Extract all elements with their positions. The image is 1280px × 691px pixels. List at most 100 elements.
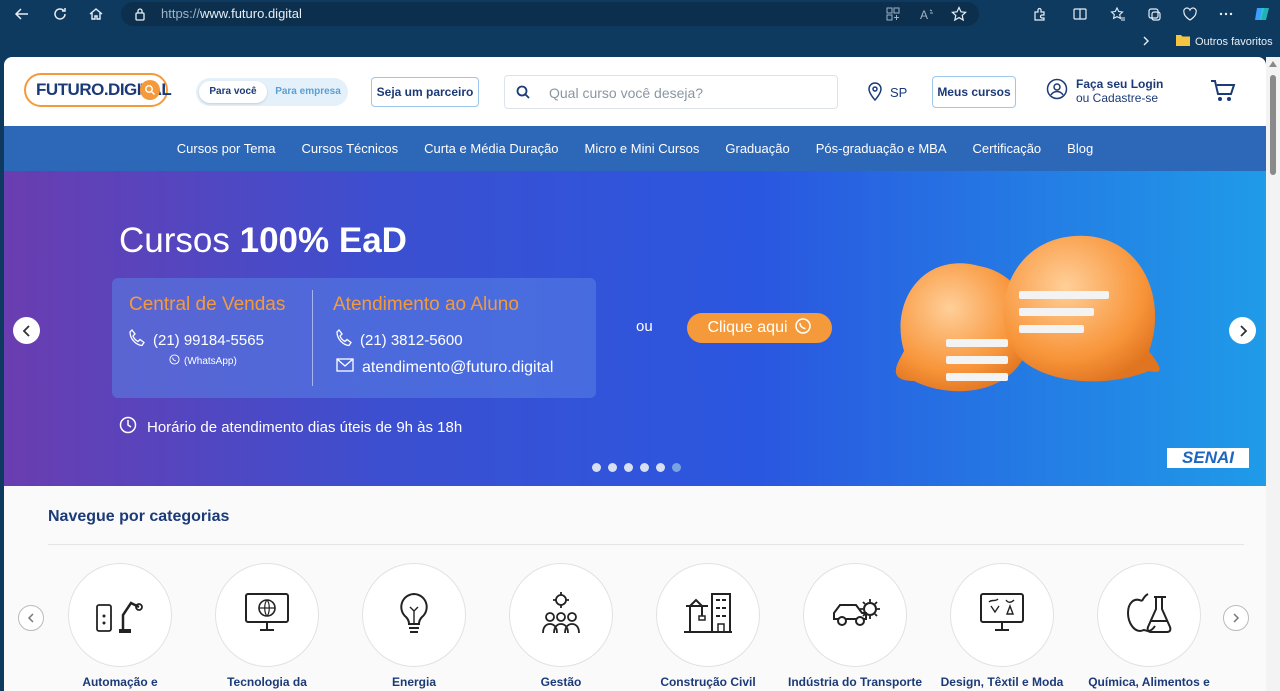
partner-button[interactable]: Seja um parceiro	[371, 77, 479, 107]
mail-icon	[336, 358, 354, 377]
clock-icon	[119, 416, 137, 438]
login-line1: Faça seu Login	[1076, 77, 1164, 91]
web-page: FUTURO.DIGITAL Para você Para empresa Se…	[4, 57, 1266, 691]
extensions-icon[interactable]	[1030, 4, 1050, 24]
whatsapp-icon	[169, 354, 180, 368]
menu-item-blog[interactable]: Blog	[1054, 141, 1106, 156]
slide-dot[interactable]	[592, 463, 601, 472]
other-favorites-label: Outros favoritos	[1195, 35, 1273, 48]
menu-item-cursos-tecnicos[interactable]: Cursos Técnicos	[289, 141, 412, 156]
hero-title: Cursos 100% EaD	[119, 221, 407, 260]
copilot-icon[interactable]	[1252, 4, 1272, 24]
support-phone[interactable]: (21) 3812-5600	[336, 329, 463, 351]
favorites-bar: Outros favoritos	[0, 28, 1280, 56]
site-logo[interactable]: FUTURO.DIGITAL	[24, 73, 172, 107]
collections-icon[interactable]	[1144, 4, 1164, 24]
sales-phone[interactable]: (21) 99184-5565	[129, 329, 264, 351]
split-screen-icon[interactable]	[1070, 4, 1090, 24]
business-hours: Horário de atendimento dias úteis de 9h …	[119, 416, 462, 438]
category-label: Energia	[391, 675, 436, 689]
favorites-icon[interactable]	[1108, 4, 1128, 24]
category-item[interactable]: Química, Alimentos e	[1088, 563, 1210, 689]
category-item[interactable]: Automação e	[68, 563, 172, 689]
read-aloud-icon[interactable]: A	[919, 6, 935, 22]
browser-essentials-icon[interactable]	[1180, 4, 1200, 24]
hero-prev-button[interactable]	[13, 317, 40, 344]
app-grid-icon[interactable]	[885, 6, 901, 22]
hero-next-button[interactable]	[1229, 317, 1256, 344]
category-item[interactable]: Design, Têxtil e Moda	[941, 563, 1063, 689]
menu-item-micro-mini-cursos[interactable]: Micro e Mini Cursos	[572, 141, 713, 156]
category-label: Indústria do Transporte	[787, 675, 922, 689]
svg-text:A: A	[920, 8, 928, 22]
toggle-para-voce[interactable]: Para você	[199, 81, 267, 103]
menu-item-graduacao[interactable]: Graduação	[712, 141, 802, 156]
chevron-right-icon[interactable]	[1140, 33, 1152, 54]
car-gear-icon	[830, 593, 880, 638]
robot-arm-icon	[95, 591, 145, 640]
course-search[interactable]: Qual curso você deseja?	[504, 75, 838, 109]
audience-toggle[interactable]: Para você Para empresa	[196, 78, 348, 106]
categories-next-button[interactable]	[1223, 605, 1249, 631]
more-options-icon[interactable]	[1216, 4, 1236, 24]
category-item[interactable]: Indústria do Transporte	[788, 563, 922, 689]
user-icon	[1046, 78, 1068, 105]
search-icon[interactable]	[515, 84, 531, 105]
slide-dot[interactable]	[608, 463, 617, 472]
category-label: Automação e	[82, 675, 158, 689]
back-icon[interactable]	[12, 4, 32, 24]
category-item[interactable]: Energia	[362, 563, 466, 689]
slide-dot[interactable]	[640, 463, 649, 472]
slide-dot[interactable]	[656, 463, 665, 472]
support-email[interactable]: atendimento@futuro.digital	[336, 358, 553, 377]
address-bar[interactable]: https://www.futuro.digital A	[121, 2, 979, 26]
menu-item-curta-media-duracao[interactable]: Curta e Média Duração	[411, 141, 571, 156]
login-link[interactable]: Faça seu Login ou Cadastre-se	[1046, 77, 1163, 105]
whatsapp-cta-button[interactable]: Clique aqui	[687, 313, 832, 343]
location-label: SP	[890, 85, 908, 100]
menu-item-cursos-por-tema[interactable]: Cursos por Tema	[164, 141, 289, 156]
category-item[interactable]: Gestão	[509, 563, 613, 689]
or-label: ou	[636, 318, 653, 335]
menu-item-certificacao[interactable]: Certificação	[960, 141, 1055, 156]
url-text: https://www.futuro.digital	[161, 6, 302, 21]
category-label: Tecnologia da	[227, 675, 307, 689]
my-courses-button[interactable]: Meus cursos	[932, 76, 1016, 108]
apple-flask-icon	[1126, 591, 1172, 640]
category-label: Design, Têxtil e Moda	[940, 675, 1064, 689]
monitor-globe-icon	[244, 592, 290, 639]
location-selector[interactable]: SP	[866, 81, 907, 104]
main-menu: Cursos por Tema Cursos Técnicos Curta e …	[4, 126, 1266, 171]
chat-bubbles-illustration	[895, 235, 1160, 392]
other-favorites[interactable]: Outros favoritos	[1176, 34, 1273, 49]
categories-prev-button[interactable]	[18, 605, 44, 631]
categories-title: Navegue por categorias	[48, 508, 230, 525]
home-icon[interactable]	[86, 4, 106, 24]
browser-toolbar: https://www.futuro.digital A	[0, 0, 1280, 28]
toggle-para-empresa[interactable]: Para empresa	[270, 81, 346, 103]
category-item[interactable]: Tecnologia da	[215, 563, 319, 689]
refresh-icon[interactable]	[50, 4, 70, 24]
slide-dot[interactable]	[624, 463, 633, 472]
lock-icon	[133, 6, 147, 27]
category-label: Química, Alimentos e	[1088, 675, 1210, 689]
phone-icon	[129, 329, 145, 351]
sales-whatsapp: (WhatsApp)	[169, 354, 237, 368]
map-pin-icon	[866, 81, 884, 104]
page-scrollbar[interactable]	[1266, 57, 1280, 691]
crane-building-icon	[682, 592, 734, 639]
scroll-thumb[interactable]	[1270, 75, 1276, 175]
category-label: Gestão	[540, 675, 582, 689]
scroll-up-arrow[interactable]	[1269, 61, 1277, 67]
search-input[interactable]: Qual curso você deseja?	[549, 85, 703, 101]
cart-icon[interactable]	[1210, 79, 1236, 108]
slide-dot-active[interactable]	[672, 463, 681, 472]
menu-item-pos-graduacao[interactable]: Pós-graduação e MBA	[803, 141, 960, 156]
favorite-star-icon[interactable]	[951, 6, 967, 22]
contact-divider	[312, 290, 313, 386]
support-title: Atendimento ao Aluno	[333, 294, 519, 315]
categories-section: Navegue por categorias Automação e Tecno…	[4, 486, 1266, 691]
category-item[interactable]: Construção Civil	[656, 563, 760, 689]
monitor-design-icon	[979, 592, 1025, 639]
hero-banner: Cursos 100% EaD Central de Vendas (21) 9…	[4, 171, 1266, 486]
